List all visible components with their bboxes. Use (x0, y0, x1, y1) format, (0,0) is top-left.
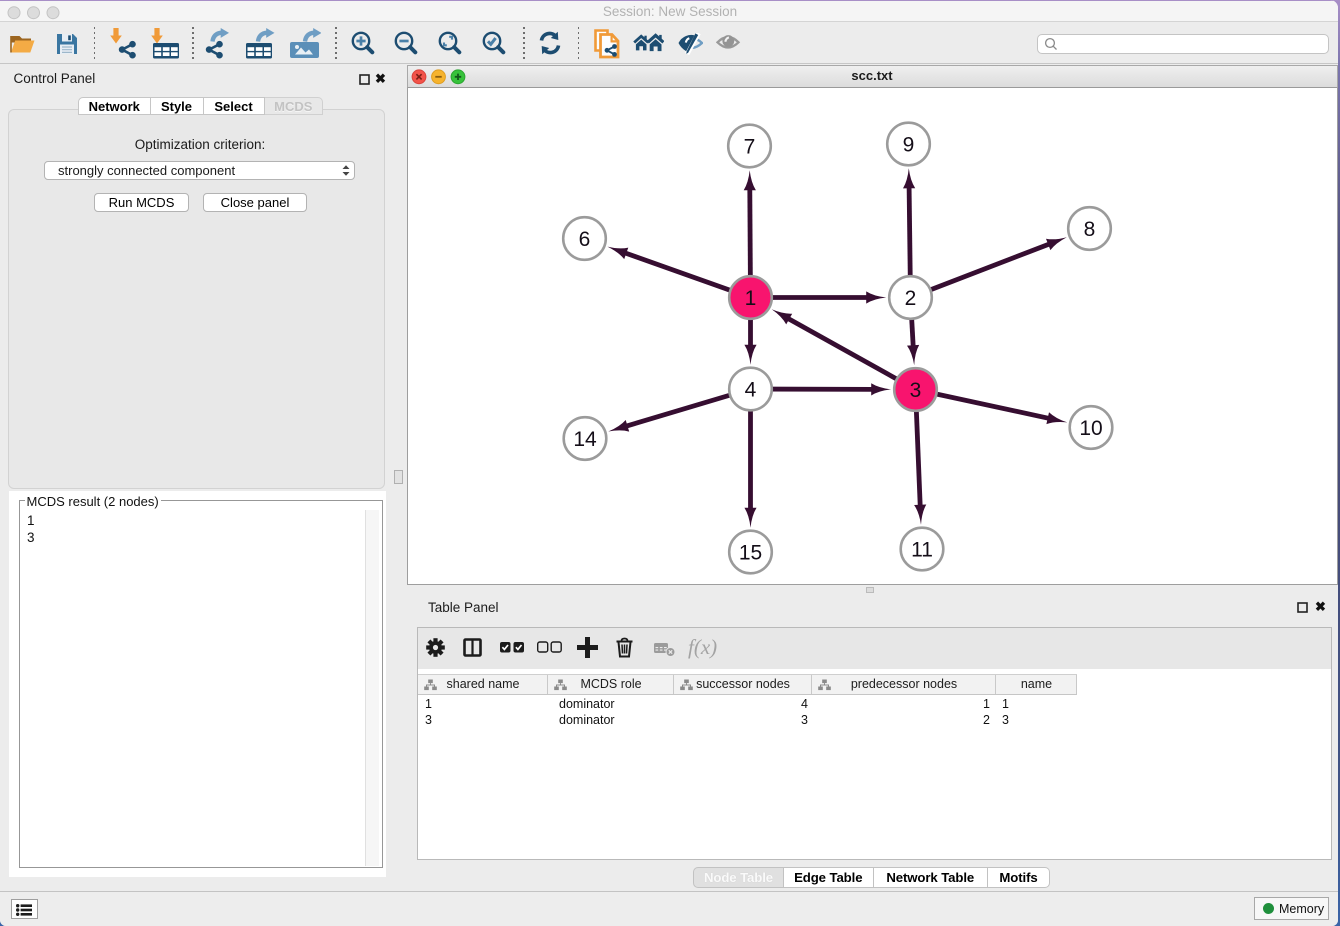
svg-text:10: 10 (1079, 417, 1102, 440)
svg-text:1: 1 (745, 287, 757, 310)
svg-text:8: 8 (1084, 218, 1096, 241)
svg-text:9: 9 (903, 134, 915, 157)
svg-text:7: 7 (744, 136, 756, 159)
svg-text:2: 2 (905, 287, 917, 310)
svg-text:14: 14 (573, 428, 597, 451)
svg-text:6: 6 (579, 228, 591, 251)
svg-text:3: 3 (910, 379, 922, 402)
svg-text:15: 15 (739, 542, 762, 565)
svg-text:11: 11 (911, 539, 933, 562)
svg-text:4: 4 (745, 379, 757, 402)
